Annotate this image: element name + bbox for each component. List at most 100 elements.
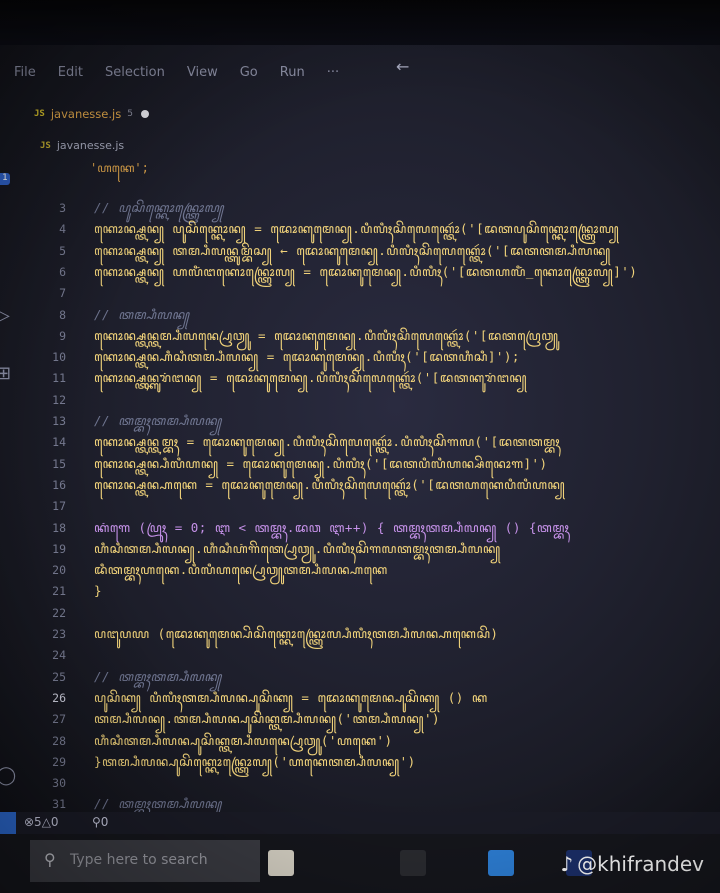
code-line[interactable]: 30 — [0, 773, 720, 793]
tiktok-logo-icon: ♪ — [560, 852, 574, 876]
code-text: ꦏꦺꦴꦤ꧀ꦱ꧀ꦠꦤ꧀ꦏꦸꦫꦁꦔꦤ꧀ = ꦢꦺꦴꦏꦸꦩꦺꦤ꧀.ꦥꦶꦭꦶꦃꦱꦼꦭꦺꦏ… — [94, 370, 528, 386]
line-number: 22 — [52, 605, 66, 620]
code-text: }ꦠꦩ꧀ꦥꦶꦭꦤ꧀ꦥꦸꦱꦼꦏ꧀ꦏꦺꦴꦤ꧀ꦠꦿꦺꦴꦭ꧀('ꦲꦏꦺꦠꦩ꧀ꦥꦶꦭꦤ꧀'… — [94, 753, 416, 769]
line-number: 29 — [52, 754, 66, 769]
line-number: 18 — [52, 520, 66, 535]
vscode-taskbar-icon[interactable] — [488, 850, 514, 876]
remote-indicator-icon[interactable] — [0, 812, 16, 834]
code-line[interactable]: 7 — [0, 283, 720, 303]
code-line[interactable]: 19 ꦲꦶꦱꦶꦠꦩ꧀ꦥꦶꦭꦤ꧀.ꦲꦶꦱꦶꦲꦁꦒꦼꦠ꧀ꦥꦿꦺꦮꦾꦸ.ꦥꦶꦭꦶꦃꦱꦼꦒ… — [0, 539, 720, 559]
taskbar-app-icon[interactable] — [400, 850, 426, 876]
taskbar-search[interactable]: ⚲ Type here to search — [30, 840, 260, 882]
ports-status[interactable]: ⚲0 — [92, 815, 108, 829]
line-number: 28 — [52, 733, 66, 748]
menu-run[interactable]: Run — [280, 65, 305, 80]
search-placeholder: Type here to search — [70, 852, 208, 868]
code-line[interactable]: 27 ꦠꦩ꧀ꦥꦶꦭꦤ꧀.ꦠꦩ꧀ꦥꦶꦭꦤ꧀ꦥꦸꦱꦼꦏ꧀ꦠꦩ꧀ꦥꦶꦭꦤ꧀('ꦠꦩ꧀ꦥꦶ… — [0, 709, 720, 729]
code-line[interactable]: 13 // ꦠꦩ꧀ꦧꦃꦠꦩ꧀ꦥꦶꦭꦤ꧀ — [0, 411, 720, 431]
line-number: 25 — [52, 669, 66, 684]
code-text: ꦏꦺꦴꦤ꧀ꦱ꧀ꦠꦤ꧀ꦥꦶꦭꦶꦲꦤ꧀ = ꦢꦺꦴꦏꦸꦩꦺꦤ꧀.ꦥꦶꦭꦶꦃ('[ꦢꦠ… — [94, 455, 548, 471]
code-text: ꦏꦺꦴꦤ꧀ꦱ꧀ꦠꦤ꧀ꦠꦩ꧀ꦧꦃ = ꦢꦺꦴꦏꦸꦩꦺꦤ꧀.ꦥꦶꦭꦶꦃꦱꦼꦭꦺꦏ꧀ꦠ… — [94, 434, 561, 450]
line-number: 8 — [59, 307, 66, 322]
code-text: } — [94, 583, 103, 599]
code-text: ꦥꦸꦱꦼꦏ꧀ ꦥꦶꦭꦶꦃꦠꦩ꧀ꦥꦶꦭꦤ꧀ꦥꦸꦱꦼꦏ꧀ = ꦢꦺꦴꦏꦸꦩꦺꦤ꧀ꦥꦸ… — [94, 689, 488, 705]
back-arrow-icon[interactable]: ← — [396, 57, 409, 76]
sticky-scroll-line: 'ꦲꦏꦺ'; — [90, 161, 149, 175]
code-line[interactable]: 23 ꦥꦔꦸꦥꦪ (ꦢꦺꦴꦏꦸꦩꦺꦤ꧀ꦥꦼꦱꦼꦏ꧀ꦏꦺꦴꦤ꧀ꦠꦿꦺꦴꦭ꧀ꦥꦶꦭꦶꦃ… — [0, 624, 720, 644]
tab-problem-count: 5 — [127, 109, 133, 119]
problems-status[interactable]: ⊗5△0 — [24, 815, 59, 829]
code-line[interactable]: 12 — [0, 390, 720, 410]
code-text: // ꦠꦩ꧀ꦥꦶꦭꦤ꧀ — [94, 306, 190, 322]
breadcrumb[interactable]: JS javanesse.js — [40, 139, 124, 152]
code-text: ꦏꦺꦴꦤ꧀ꦱ꧀ꦠꦤ꧀ꦲꦶꦱꦶꦠꦩ꧀ꦥꦶꦭꦤ꧀ = ꦢꦺꦴꦏꦸꦩꦺꦤ꧀.ꦥꦶꦭꦶꦃ… — [94, 349, 520, 365]
code-line[interactable]: 11 ꦏꦺꦴꦤ꧀ꦱ꧀ꦠꦤ꧀ꦏꦸꦫꦁꦔꦤ꧀ = ꦢꦺꦴꦏꦸꦩꦺꦤ꧀.ꦥꦶꦭꦶꦃꦱꦼꦭ… — [0, 368, 720, 388]
code-line[interactable]: 3 // ꦥꦸꦱꦼꦏ꧀ꦏꦺꦴꦤ꧀ꦠꦿꦺꦴꦭ꧀ — [0, 198, 720, 218]
search-icon: ⚲ — [44, 850, 56, 869]
line-number: 20 — [52, 563, 66, 578]
monitor-bezel — [0, 0, 720, 50]
code-text: ꦏꦺꦴꦤ꧀ꦱ꧀ꦠꦤ꧀ꦲꦏꦺ = ꦢꦺꦴꦏꦸꦩꦺꦤ꧀.ꦥꦶꦭꦶꦃꦱꦼꦭꦺꦏ꧀ꦠꦺꦴ… — [94, 476, 566, 492]
line-number: 9 — [59, 328, 66, 343]
code-text: // ꦥꦸꦱꦼꦏ꧀ꦏꦺꦴꦤ꧀ꦠꦿꦺꦴꦭ꧀ — [94, 200, 225, 215]
code-line[interactable]: 10 ꦏꦺꦴꦤ꧀ꦱ꧀ꦠꦤ꧀ꦲꦶꦱꦶꦠꦩ꧀ꦥꦶꦭꦤ꧀ = ꦢꦺꦴꦏꦸꦩꦺꦤ꧀.ꦥꦶꦭ… — [0, 347, 720, 367]
code-line[interactable]: 20 ꦢꦶꦠꦩ꧀ꦧꦃꦲꦏꦺ.ꦥꦶꦭꦶꦲꦤ꧀ꦥꦿꦺꦮꦾꦸꦠꦩ꧀ꦥꦶꦭꦤ꧀ꦲꦏꦺ — [0, 560, 720, 580]
line-number: 7 — [59, 286, 66, 301]
code-line[interactable]: 14 ꦏꦺꦴꦤ꧀ꦱ꧀ꦠꦤ꧀ꦠꦩ꧀ꦧꦃ = ꦢꦺꦴꦏꦸꦩꦺꦤ꧀.ꦥꦶꦭꦶꦃꦱꦼꦭꦺꦏ… — [0, 432, 720, 452]
file-explorer-icon[interactable] — [268, 850, 294, 876]
line-number: 4 — [59, 222, 66, 237]
explorer-badge: 1 — [0, 173, 10, 185]
windows-taskbar: ⚲ Type here to search ♪ @khifrandev — [0, 834, 720, 893]
menu-go[interactable]: Go — [240, 65, 258, 80]
code-line[interactable]: 28 ꦲꦶꦱꦶꦠꦩ꧀ꦥꦶꦭꦤ꧀ꦥꦸꦱꦼꦏ꧀ꦠꦩ꧀ꦥꦶꦭꦤ꧀ꦥꦿꦺꦮꦾꦸ('ꦲꦏꦺ'… — [0, 731, 720, 751]
code-line[interactable]: 15 ꦏꦺꦴꦤ꧀ꦱ꧀ꦠꦤ꧀ꦥꦶꦭꦶꦲꦤ꧀ = ꦢꦺꦴꦏꦸꦩꦺꦤ꧀.ꦥꦶꦭꦶꦃ('[… — [0, 454, 720, 474]
menu-file[interactable]: File — [14, 65, 36, 80]
line-number: 11 — [52, 371, 66, 386]
code-line[interactable]: 25 // ꦠꦩ꧀ꦧꦃꦠꦩ꧀ꦥꦶꦭꦤ꧀ — [0, 667, 720, 687]
code-text: // ꦠꦩ꧀ꦧꦃꦠꦩ꧀ꦥꦶꦭꦤ꧀ — [94, 413, 222, 428]
js-file-icon: JS — [34, 109, 45, 119]
code-text: ꦲꦶꦱꦶꦠꦩ꧀ꦥꦶꦭꦤ꧀.ꦲꦶꦱꦶꦲꦁꦒꦼꦠ꧀ꦥꦿꦺꦮꦾꦸ.ꦥꦶꦭꦶꦃꦱꦼꦒꦭꦠ… — [94, 540, 501, 556]
code-line[interactable]: 22 — [0, 603, 720, 623]
breadcrumb-filename: javanesse.js — [56, 139, 125, 152]
menu-selection[interactable]: Selection — [105, 65, 165, 80]
menu-more[interactable]: ··· — [327, 65, 339, 80]
status-bar: ⊗5△0 ⚲0 — [0, 812, 720, 834]
line-number: 13 — [52, 414, 66, 428]
code-text: ꦢꦶꦠꦩ꧀ꦧꦃꦲꦏꦺ.ꦥꦶꦭꦶꦲꦤ꧀ꦥꦿꦺꦮꦾꦸꦠꦩ꧀ꦥꦶꦭꦤ꧀ꦲꦏꦺ — [94, 562, 388, 578]
code-line[interactable]: 6 ꦏꦺꦴꦤ꧀ꦱ꧀ꦠꦤ꧀ ꦲꦭꦶꦁꦔꦏꦺꦴꦤ꧀ꦠꦿꦺꦴꦭ꧀ = ꦢꦺꦴꦏꦸꦩꦺꦤ꧀… — [0, 262, 720, 282]
editor-tab[interactable]: JS javanesse.js 5 — [34, 100, 149, 128]
line-number: 14 — [52, 435, 66, 450]
code-line[interactable]: 16 ꦏꦺꦴꦤ꧀ꦱ꧀ꦠꦤ꧀ꦲꦏꦺ = ꦢꦺꦴꦏꦸꦩꦺꦤ꧀.ꦥꦶꦭꦶꦃꦱꦼꦭꦺꦏ꧀ꦠ… — [0, 475, 720, 495]
code-text: ꦏꦺꦴꦤ꧀ꦱ꧀ꦠꦤ꧀ ꦠꦩ꧀ꦥꦶꦭꦤ꧀ꦠꦸꦩ꧀ꦧꦼꦱ꧀ ← ꦢꦺꦴꦏꦸꦩꦺꦤ꧀.… — [94, 242, 611, 258]
code-line[interactable]: 4 ꦏꦺꦴꦤ꧀ꦱ꧀ꦠꦤ꧀ ꦥꦸꦱꦼꦏ꧀ꦏꦺꦴꦤ꧀ = ꦢꦺꦴꦏꦸꦩꦺꦤ꧀.ꦥꦶꦭꦶ… — [0, 219, 720, 239]
code-line[interactable]: 24 — [0, 645, 720, 665]
code-line[interactable]: 21} — [0, 581, 720, 601]
line-number: 17 — [52, 499, 66, 514]
code-line[interactable]: 26 ꦥꦸꦱꦼꦏ꧀ ꦥꦶꦭꦶꦃꦠꦩ꧀ꦥꦶꦭꦤ꧀ꦥꦸꦱꦼꦏ꧀ = ꦢꦺꦴꦏꦸꦩꦺꦤ꧀… — [0, 688, 720, 708]
line-number: 6 — [59, 264, 66, 279]
watermark-handle: @khifrandev — [577, 852, 704, 876]
code-line[interactable]: 5 ꦏꦺꦴꦤ꧀ꦱ꧀ꦠꦤ꧀ ꦠꦩ꧀ꦥꦶꦭꦤ꧀ꦠꦸꦩ꧀ꦧꦼꦱ꧀ ← ꦢꦺꦴꦏꦸꦩꦺꦤ꧀… — [0, 241, 720, 261]
code-line[interactable]: 9 ꦏꦺꦴꦤ꧀ꦱ꧀ꦠꦤ꧀ꦠꦩ꧀ꦥꦶꦭꦤ꧀ꦥꦿꦺꦮꦾꦸ = ꦢꦺꦴꦏꦸꦩꦺꦤ꧀.ꦥꦶ… — [0, 326, 720, 346]
line-number: 12 — [52, 392, 66, 407]
code-text: // ꦠꦩ꧀ꦧꦃꦠꦩ꧀ꦥꦶꦭꦤ꧀ — [94, 668, 222, 684]
code-text: ꦏꦺꦴꦤ꧀ꦱ꧀ꦠꦤ꧀ ꦥꦸꦱꦼꦏ꧀ꦏꦺꦴꦤ꧀ = ꦢꦺꦴꦏꦸꦩꦺꦤ꧀.ꦥꦶꦭꦶꦃ… — [94, 221, 620, 237]
code-text: ꦲꦶꦱꦶꦠꦩ꧀ꦥꦶꦭꦤ꧀ꦥꦸꦱꦼꦏ꧀ꦠꦩ꧀ꦥꦶꦭꦤ꧀ꦥꦿꦺꦮꦾꦸ('ꦲꦏꦺ') — [94, 732, 393, 748]
code-line[interactable]: 29 }ꦠꦩ꧀ꦥꦶꦭꦤ꧀ꦥꦸꦱꦼꦏ꧀ꦏꦺꦴꦤ꧀ꦠꦿꦺꦴꦭ꧀('ꦲꦏꦺꦠꦩ꧀ꦥꦶꦭꦤ… — [0, 752, 720, 772]
code-line[interactable]: 8 // ꦠꦩ꧀ꦥꦶꦭꦤ꧀ — [0, 305, 720, 325]
line-number: 24 — [52, 648, 66, 663]
line-number: 26 — [52, 690, 66, 705]
code-text: ꦏꦺꦴꦤ꧀ꦱ꧀ꦠꦤ꧀ꦠꦩ꧀ꦥꦶꦭꦤ꧀ꦥꦿꦺꦮꦾꦸ = ꦢꦺꦴꦏꦸꦩꦺꦤ꧀.ꦥꦶꦭ… — [94, 327, 559, 343]
line-number: 23 — [52, 627, 66, 641]
line-number: 30 — [52, 776, 66, 791]
line-number: 10 — [52, 350, 66, 365]
js-file-icon: JS — [40, 140, 51, 151]
menu-edit[interactable]: Edit — [58, 65, 83, 80]
unsaved-dot-icon[interactable] — [140, 110, 149, 118]
menu-view[interactable]: View — [187, 65, 218, 80]
code-text: ꦏꦁꦒꦺ (ꦥꦿꦸꦃ = 0; ꦆ < ꦠꦩ꧀ꦧꦃ.ꦢꦮ ꦆ++) { ꦠꦩ꧀ꦧ… — [94, 519, 570, 535]
code-line[interactable]: 18 ꦏꦁꦒꦺ (ꦥꦿꦸꦃ = 0; ꦆ < ꦠꦩ꧀ꦧꦃ.ꦢꦮ ꦆ++) { ꦠꦩ… — [0, 518, 720, 538]
code-text: ꦠꦩ꧀ꦥꦶꦭꦤ꧀.ꦠꦩ꧀ꦥꦶꦭꦤ꧀ꦥꦸꦱꦼꦏ꧀ꦠꦩ꧀ꦥꦶꦭꦤ꧀('ꦠꦩ꧀ꦥꦶꦭꦤ… — [94, 711, 441, 727]
code-line[interactable]: 17 — [0, 496, 720, 516]
